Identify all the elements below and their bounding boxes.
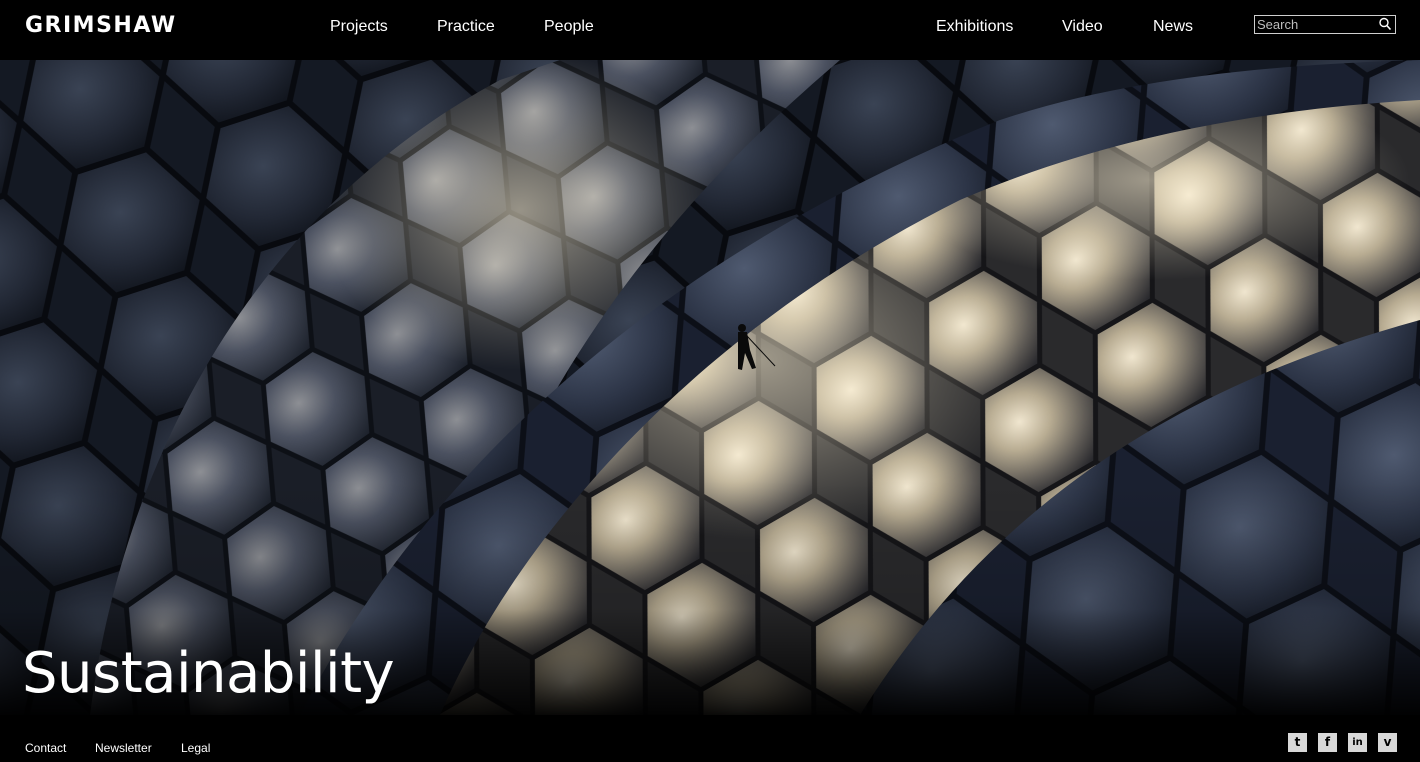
twitter-icon[interactable]: t bbox=[1288, 733, 1307, 752]
nav-link-exhibitions[interactable]: Exhibitions bbox=[936, 18, 1013, 36]
hero-photo-illustration bbox=[0, 60, 1420, 715]
footer-link-newsletter[interactable]: Newsletter bbox=[95, 741, 152, 755]
nav-link-projects[interactable]: Projects bbox=[330, 18, 388, 36]
nav-link-news[interactable]: News bbox=[1153, 18, 1193, 36]
search-input[interactable] bbox=[1255, 16, 1377, 33]
search-icon[interactable] bbox=[1378, 17, 1392, 31]
linkedin-icon[interactable]: in bbox=[1348, 733, 1367, 752]
site-footer: Contact Newsletter Legal t f in v bbox=[0, 715, 1420, 762]
nav-link-video[interactable]: Video bbox=[1062, 18, 1103, 36]
vimeo-icon[interactable]: v bbox=[1378, 733, 1397, 752]
facebook-icon[interactable]: f bbox=[1318, 733, 1337, 752]
site-header: GRIMSHAW Projects Practice People Exhibi… bbox=[0, 0, 1420, 60]
nav-link-practice[interactable]: Practice bbox=[437, 18, 495, 36]
page: GRIMSHAW Projects Practice People Exhibi… bbox=[0, 0, 1420, 762]
search-box bbox=[1254, 15, 1396, 34]
page-title: Sustainability bbox=[22, 641, 395, 706]
nav-link-people[interactable]: People bbox=[544, 18, 594, 36]
footer-link-legal[interactable]: Legal bbox=[181, 741, 210, 755]
site-logo[interactable]: GRIMSHAW bbox=[25, 13, 177, 38]
footer-link-contact[interactable]: Contact bbox=[25, 741, 66, 755]
hero-image bbox=[0, 60, 1420, 715]
